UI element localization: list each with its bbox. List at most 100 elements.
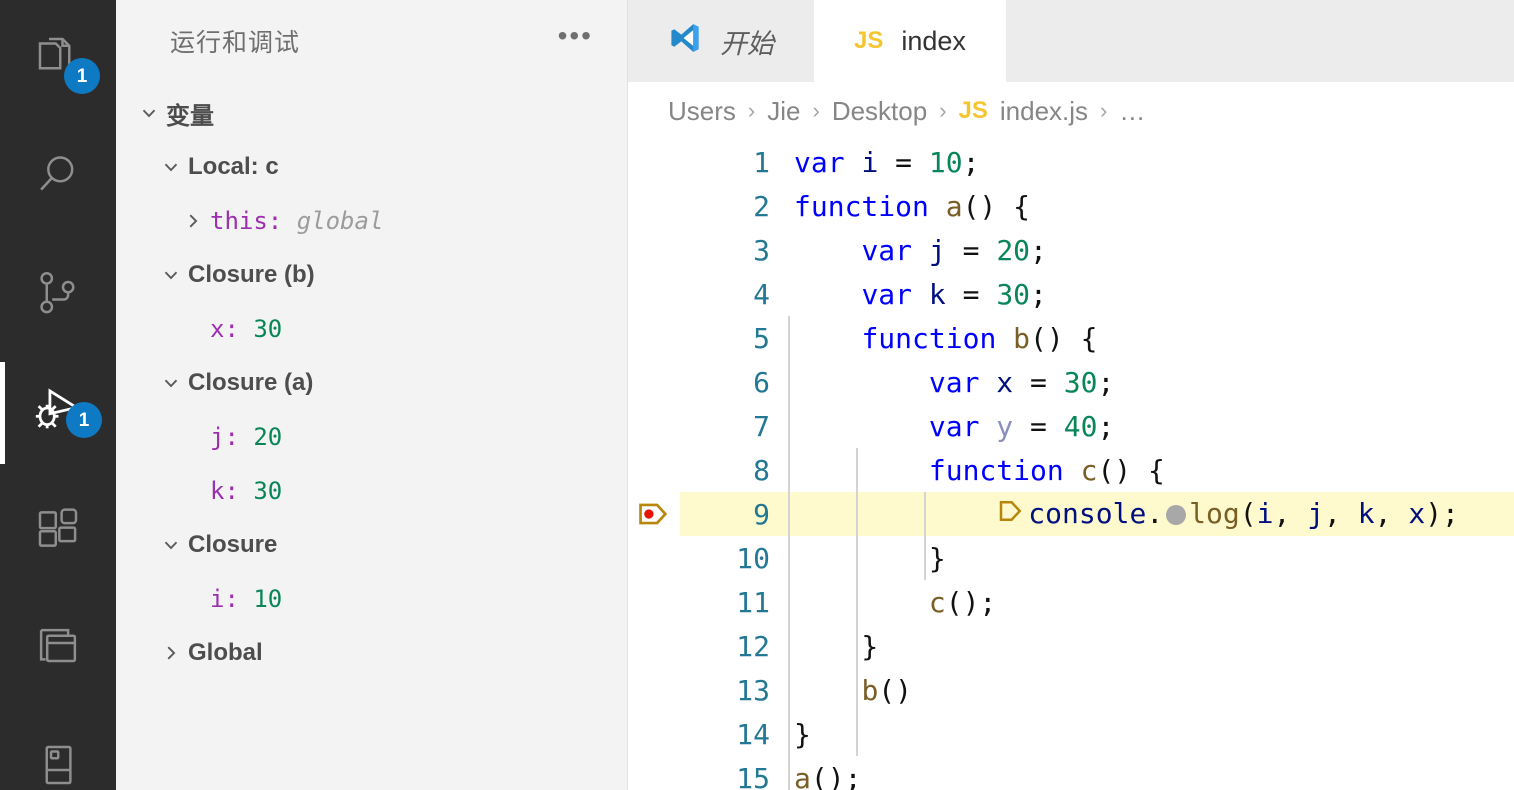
activitybar-item-testing[interactable] [0, 708, 116, 790]
activitybar-item-run-and-debug[interactable]: 1 [0, 354, 116, 472]
code-line[interactable]: 2 function a() { [628, 184, 1514, 228]
gutter-slot[interactable] [628, 668, 680, 712]
code-text[interactable]: var i = 10; [784, 146, 1514, 179]
code-line[interactable]: 6 var x = 30; [628, 360, 1514, 404]
chevron-down-icon[interactable] [154, 156, 188, 178]
tree-scope-local-c[interactable]: Local: c [116, 140, 627, 194]
gutter-slot[interactable] [628, 228, 680, 272]
activitybar-item-search[interactable] [0, 118, 116, 236]
gutter-slot[interactable] [628, 712, 680, 756]
extensions-icon [31, 502, 85, 561]
code-line[interactable]: 7 var y = 40; [628, 404, 1514, 448]
gutter-slot[interactable] [628, 360, 680, 404]
code-line[interactable]: 5 function b() { [628, 316, 1514, 360]
line-number: 11 [680, 580, 784, 624]
code-text[interactable]: } [784, 630, 1514, 663]
chevron-down-icon[interactable] [154, 264, 188, 286]
activitybar-item-source-control[interactable] [0, 236, 116, 354]
remote-explorer-icon [31, 620, 85, 679]
code-text[interactable]: console. log(i, j, k, x); [784, 496, 1514, 533]
chevron-right-icon: › [747, 98, 756, 123]
code-text[interactable]: var j = 20; [784, 234, 1514, 267]
breadcrumb-item-jie[interactable]: Jie [767, 96, 800, 127]
breadcrumb-item-users[interactable]: Users [668, 96, 736, 127]
chevron-right-icon: › [1100, 98, 1108, 123]
activitybar-item-extensions[interactable] [0, 472, 116, 590]
code-line[interactable]: 15 a(); [628, 756, 1514, 790]
tree-label: 变量 [166, 102, 214, 130]
line-number: 1 [680, 140, 784, 184]
explorer-badge: 1 [64, 58, 100, 94]
code-line[interactable]: 13 b() [628, 668, 1514, 712]
breakpoint-icon[interactable] [628, 492, 680, 536]
variable-value: 30 [253, 315, 283, 343]
gutter-slot[interactable] [628, 580, 680, 624]
code-line[interactable]: 11 c(); [628, 580, 1514, 624]
debug-step-marker-icon [996, 496, 1026, 533]
gutter-slot[interactable] [628, 404, 680, 448]
tree-label: Global [188, 639, 263, 666]
tree-scope-global[interactable]: Global [116, 626, 627, 680]
tree-scope-closure-a[interactable]: Closure (a) [116, 356, 627, 410]
variable-name: x [210, 315, 225, 343]
variable-name: this [210, 207, 268, 235]
code-line[interactable]: 14} [628, 712, 1514, 756]
chevron-right-icon[interactable] [176, 210, 210, 232]
code-line[interactable]: 12 } [628, 624, 1514, 668]
code-line[interactable]: 4 var k = 30; [628, 272, 1514, 316]
js-file-icon: JS [958, 97, 988, 124]
code-text[interactable]: } [784, 542, 1514, 575]
code-text[interactable]: var y = 40; [784, 410, 1514, 443]
gutter-slot[interactable] [628, 316, 680, 360]
activitybar-item-remote-explorer[interactable] [0, 590, 116, 708]
tree-scope-closure-b[interactable]: Closure (b) [116, 248, 627, 302]
chevron-right-icon[interactable] [154, 642, 188, 664]
gutter-slot[interactable] [628, 272, 680, 316]
code-editor[interactable]: 1 var i = 10; 2 function a() {3 var j = 20;… [628, 140, 1514, 790]
gutter-slot[interactable] [628, 184, 680, 228]
tab-welcome[interactable]: 开始 [628, 0, 814, 82]
chevron-down-icon[interactable] [132, 102, 166, 124]
breadcrumb-item-overflow[interactable]: … [1119, 96, 1145, 127]
gutter-slot[interactable] [628, 536, 680, 580]
tree-variable-j[interactable]: j: 20 [116, 410, 627, 464]
activitybar-item-explorer[interactable]: 1 [0, 0, 116, 118]
variable-name: i [210, 585, 225, 613]
code-text[interactable]: c(); [784, 586, 1514, 619]
gutter-slot[interactable] [628, 756, 680, 790]
tree-variable-x[interactable]: x: 30 [116, 302, 627, 356]
code-text[interactable]: function a() { [784, 190, 1514, 223]
line-number: 4 [680, 272, 784, 316]
sidebar-title: 运行和调试 [170, 29, 301, 57]
tree-variable-this[interactable]: this: global [116, 194, 627, 248]
tab-index-js[interactable]: JS index [814, 0, 1006, 82]
gutter-slot[interactable] [628, 140, 680, 184]
breadcrumb-item-index-js[interactable]: index.js [1000, 96, 1088, 127]
breadcrumb-item-desktop[interactable]: Desktop [832, 96, 927, 127]
code-text[interactable]: function b() { [784, 322, 1514, 355]
code-line[interactable]: 8 function c() { [628, 448, 1514, 492]
code-text[interactable]: var k = 30; [784, 278, 1514, 311]
line-number: 14 [680, 712, 784, 756]
chevron-down-icon[interactable] [154, 372, 188, 394]
code-line[interactable]: 10 } [628, 536, 1514, 580]
run-and-debug-sidebar: 运行和调试 ••• 变量 Local: c this: global Clos… [116, 0, 628, 790]
gutter-slot[interactable] [628, 448, 680, 492]
code-text[interactable]: a(); [784, 762, 1514, 790]
tree-scope-closure[interactable]: Closure [116, 518, 627, 572]
code-line[interactable]: 1 var i = 10; [628, 140, 1514, 184]
tree-variable-i[interactable]: i: 10 [116, 572, 627, 626]
gutter-slot[interactable] [628, 624, 680, 668]
line-number: 5 [680, 316, 784, 360]
js-file-icon: JS [854, 27, 884, 54]
code-line[interactable]: 3 var j = 20; [628, 228, 1514, 272]
tree-variable-k[interactable]: k: 30 [116, 464, 627, 518]
ellipsis-icon[interactable]: ••• [558, 22, 593, 60]
code-line[interactable]: 9 console. log(i, j, k, x); [628, 492, 1514, 536]
code-text[interactable]: function c() { [784, 454, 1514, 487]
code-text[interactable]: var x = 30; [784, 366, 1514, 399]
tree-section-variables[interactable]: 变量 [116, 86, 627, 140]
code-text[interactable]: b() [784, 674, 1514, 707]
chevron-down-icon[interactable] [154, 534, 188, 556]
code-text[interactable]: } [784, 718, 1514, 751]
